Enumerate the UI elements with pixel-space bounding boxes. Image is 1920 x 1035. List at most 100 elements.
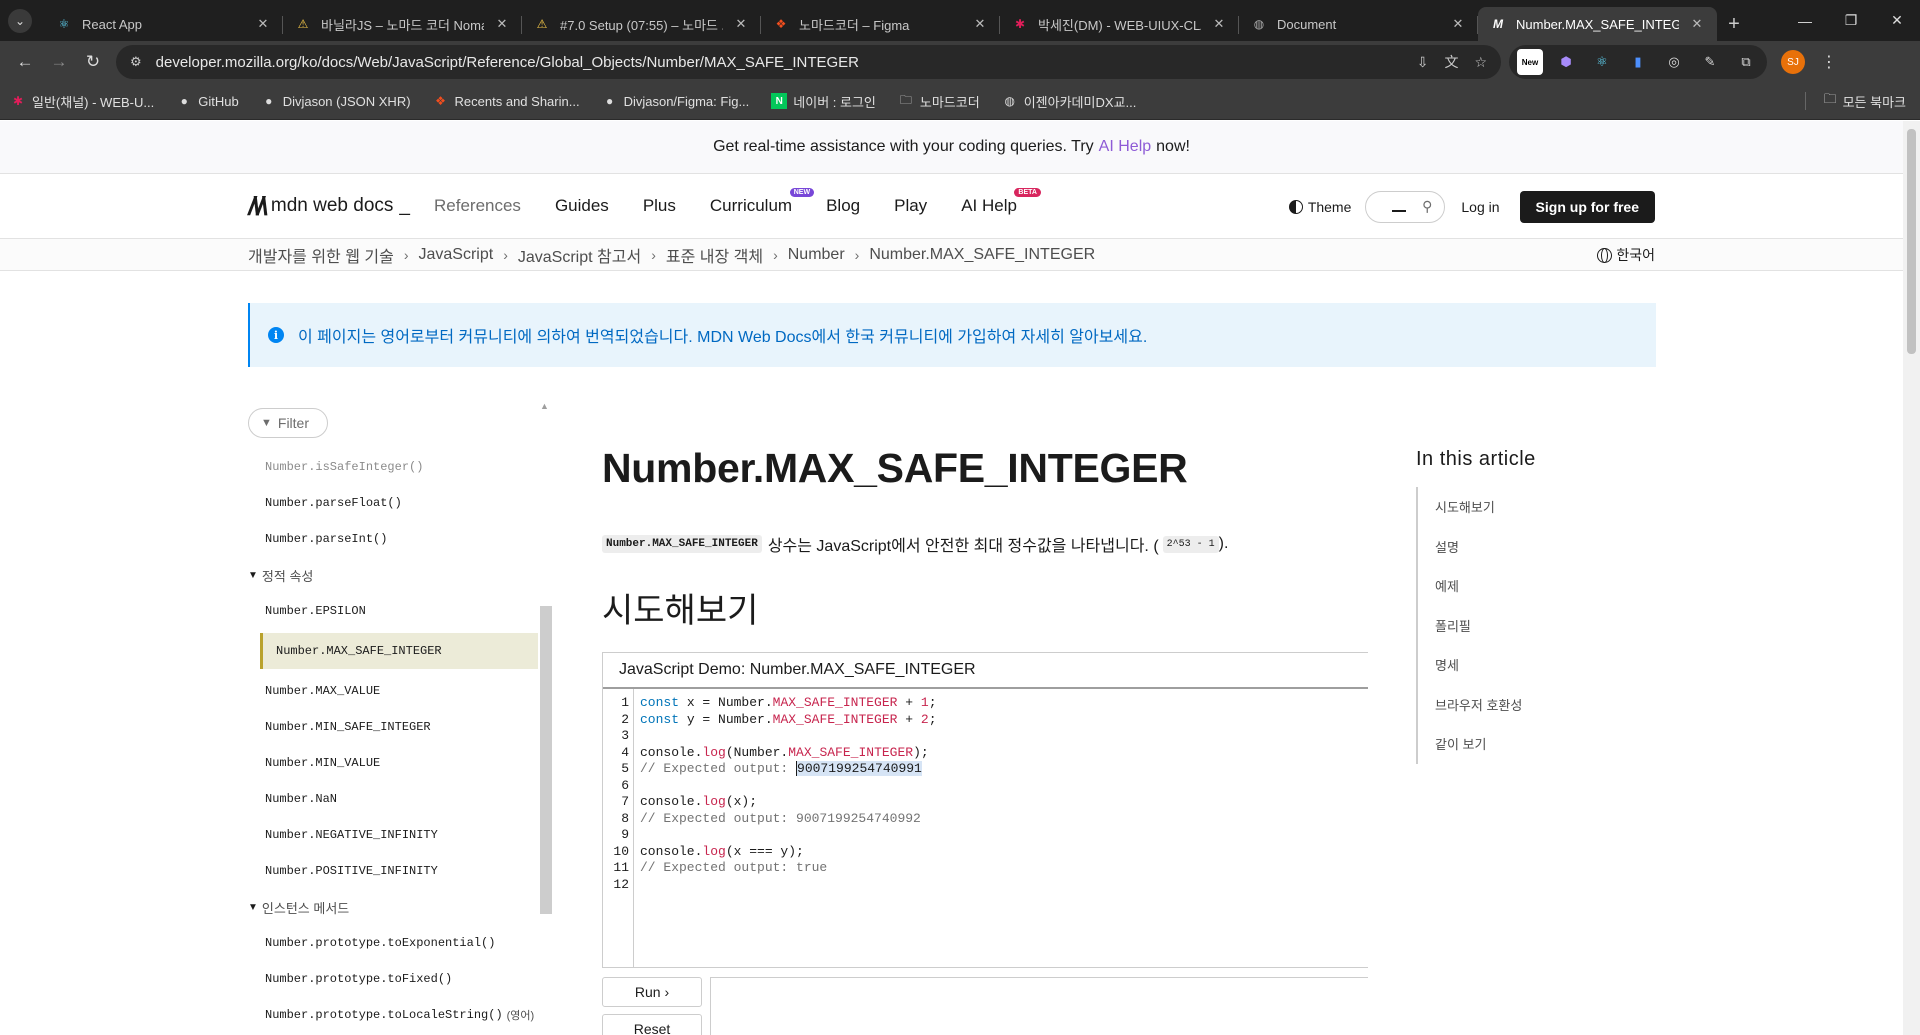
nav-item-blog[interactable]: Blog xyxy=(826,196,860,216)
browser-tab[interactable]: ⚠ 바닐라JS – 노마드 코더 Nomad ✕ xyxy=(283,7,522,41)
bookmark-star-icon[interactable]: ☆ xyxy=(1474,54,1487,71)
browser-tab[interactable]: ❖ 노마드코더 – Figma ✕ xyxy=(761,7,1000,41)
sidebar-item[interactable]: Number.MIN_SAFE_INTEGER xyxy=(248,709,538,745)
ai-help-link[interactable]: AI Help xyxy=(1099,138,1151,156)
site-info-icon[interactable]: ⚙ xyxy=(130,54,142,70)
sidebar-item[interactable]: Number.EPSILON xyxy=(248,593,538,629)
puzzle-extension-icon[interactable]: ⧉ xyxy=(1733,49,1759,75)
mdn-logo[interactable]: /\/\ mdn web docs _ xyxy=(248,191,410,222)
sidebar-item[interactable]: Number.parseFloat() xyxy=(248,485,538,521)
sidebar-item[interactable]: Number.prototype.toExponential() xyxy=(248,925,538,961)
nav-item-references[interactable]: References xyxy=(434,196,521,216)
scrollbar-thumb[interactable] xyxy=(1907,129,1916,354)
bookmark-item[interactable]: 🗀 노마드코더 xyxy=(898,92,980,111)
code-area[interactable]: const x = Number.MAX_SAFE_INTEGER + 1; co… xyxy=(634,689,937,967)
browser-tab[interactable]: ⚠ #7.0 Setup (07:55) – 노마드 코 ✕ xyxy=(522,7,761,41)
breadcrumb-link[interactable]: 개발자를 위한 웹 기술 xyxy=(248,243,394,267)
new-tab-button[interactable]: + xyxy=(1717,7,1751,41)
minimize-icon[interactable]: — xyxy=(1782,13,1828,29)
toc-link[interactable]: 시도해보기 xyxy=(1435,487,1616,527)
close-tab-icon[interactable]: ✕ xyxy=(1211,16,1227,32)
breadcrumb-link[interactable]: Number.MAX_SAFE_INTEGER xyxy=(869,246,1095,264)
sidebar-item[interactable]: Number.POSITIVE_INFINITY xyxy=(248,853,538,889)
nav-item-guides[interactable]: Guides xyxy=(555,196,609,216)
nav-item-play[interactable]: Play xyxy=(894,196,927,216)
bookmark-item[interactable]: ◍ 이젠아카데미DX교... xyxy=(1002,92,1136,111)
nav-item-ai-help[interactable]: AI Help BETA xyxy=(961,188,1041,216)
site-search-input[interactable]: ⚲ xyxy=(1365,190,1446,223)
toc-link[interactable]: 명세 xyxy=(1435,645,1616,685)
sidebar-item[interactable]: Number.prototype.toFixed() xyxy=(248,961,538,997)
browser-tab[interactable]: M Number.MAX_SAFE_INTEGER ✕ xyxy=(1478,7,1717,41)
signup-button[interactable]: Sign up for free xyxy=(1519,190,1655,223)
toc-link[interactable]: 예제 xyxy=(1435,566,1616,606)
toc-link[interactable]: 브라우저 호환성 xyxy=(1435,685,1616,725)
language-switcher[interactable]: 한국어 xyxy=(1597,239,1655,271)
bookmark-item[interactable]: ● Divjason/Figma: Fig... xyxy=(602,93,749,109)
sidebar-group[interactable]: ▼ 정적 속성 xyxy=(248,557,538,593)
browser-menu-icon[interactable]: ⋮ xyxy=(1821,52,1837,72)
breadcrumb-link[interactable]: 표준 내장 객체 xyxy=(666,243,763,267)
theme-switcher[interactable]: Theme xyxy=(1288,199,1351,215)
bookmark-item[interactable]: ❖ Recents and Sharin... xyxy=(433,93,579,109)
close-tab-icon[interactable]: ✕ xyxy=(494,16,510,32)
close-tab-icon[interactable]: ✕ xyxy=(1450,16,1466,32)
bookmark-item[interactable]: ● Divjason (JSON XHR) xyxy=(261,93,410,109)
sidebar-item[interactable]: Number.MIN_VALUE xyxy=(248,745,538,781)
browser-tab[interactable]: ◍ Document ✕ xyxy=(1239,7,1478,41)
translate-icon[interactable]: 文 xyxy=(1444,52,1458,72)
filter-label: Filter xyxy=(277,415,310,431)
close-tab-icon[interactable]: ✕ xyxy=(733,16,749,32)
back-button[interactable]: ← xyxy=(8,45,42,79)
address-bar[interactable]: ⚙ developer.mozilla.org/ko/docs/Web/Java… xyxy=(116,45,1501,79)
bookmark-item[interactable]: ✱ 일반(채널) - WEB-U... xyxy=(10,92,154,111)
breadcrumb-link[interactable]: JavaScript xyxy=(419,246,494,264)
profile-avatar[interactable]: SJ xyxy=(1781,50,1805,74)
notice-text[interactable]: 이 페이지는 영어로부터 커뮤니티에 의하여 번역되었습니다. MDN Web … xyxy=(298,323,1147,347)
folder-icon: 🗀 xyxy=(1823,91,1837,106)
toc-link[interactable]: 폴리필 xyxy=(1435,606,1616,646)
sidebar-item[interactable]: Number.isSafeInteger() xyxy=(248,449,538,485)
restore-icon[interactable]: ❐ xyxy=(1828,12,1874,29)
close-tab-icon[interactable]: ✕ xyxy=(972,16,988,32)
reload-button[interactable]: ↻ xyxy=(76,45,110,79)
close-window-icon[interactable]: ✕ xyxy=(1874,12,1920,29)
sidebar-scroll-up-icon[interactable]: ▲ xyxy=(540,401,549,411)
toc-link[interactable]: 설명 xyxy=(1435,527,1616,567)
reset-button[interactable]: Reset xyxy=(602,1014,702,1035)
breadcrumb-link[interactable]: JavaScript 참고서 xyxy=(518,243,641,267)
toc-link[interactable]: 같이 보기 xyxy=(1435,724,1616,764)
nav-item-curriculum[interactable]: Curriculum NEW xyxy=(710,188,815,216)
forward-button[interactable]: → xyxy=(42,45,76,79)
page-scrollbar[interactable] xyxy=(1903,121,1920,1035)
react-devtools-icon[interactable]: ⚛ xyxy=(1589,49,1615,75)
sidebar-item[interactable]: Number.NEGATIVE_INFINITY xyxy=(248,817,538,853)
sidebar-item[interactable]: Number.prototype.toLocaleString() (영어) xyxy=(248,997,538,1033)
badge-extension-icon[interactable]: ⬢ xyxy=(1553,49,1579,75)
sidebar-group[interactable]: ▼ 인스턴스 메서드 xyxy=(248,889,538,925)
close-tab-icon[interactable]: ✕ xyxy=(1689,16,1705,32)
nav-item-plus[interactable]: Plus xyxy=(643,196,676,216)
browser-tab[interactable]: ⚛ React App ✕ xyxy=(44,7,283,41)
browser-tab[interactable]: ✱ 박세진(DM) - WEB-UIUX-CLAS ✕ xyxy=(1000,7,1239,41)
login-link[interactable]: Log in xyxy=(1461,199,1499,215)
all-bookmarks-button[interactable]: 🗀 모든 북마크 xyxy=(1804,90,1906,112)
target-extension-icon[interactable]: ◎ xyxy=(1661,49,1687,75)
sidebar-scrollbar[interactable] xyxy=(540,606,552,914)
sidebar-item[interactable]: Number.NaN xyxy=(248,781,538,817)
document-extension-icon[interactable]: ▮ xyxy=(1625,49,1651,75)
run-button[interactable]: Run › xyxy=(602,977,702,1007)
close-tab-icon[interactable]: ✕ xyxy=(255,16,271,32)
bookmark-item[interactable]: ● GitHub xyxy=(176,93,239,109)
sidebar-item[interactable]: Number.parseInt() xyxy=(248,521,538,557)
code-editor[interactable]: 1 2 3 4 5 6 7 8 9 10 11 12 const x = Number.MAX_SAF… xyxy=(603,689,1368,967)
breadcrumb-link[interactable]: Number xyxy=(788,246,845,264)
bookmark-item[interactable]: N 네이버 : 로그인 xyxy=(771,92,876,111)
new-extension-icon[interactable]: New xyxy=(1517,49,1543,75)
tab-search-button[interactable]: ⌄ xyxy=(8,9,32,33)
color-picker-icon[interactable]: ✎ xyxy=(1697,49,1723,75)
sidebar-item-current[interactable]: Number.MAX_SAFE_INTEGER xyxy=(260,633,538,669)
sidebar-item[interactable]: Number.MAX_VALUE xyxy=(248,673,538,709)
sidebar-filter-button[interactable]: ▼ Filter xyxy=(248,408,328,438)
install-app-icon[interactable]: ⇩ xyxy=(1417,54,1429,71)
